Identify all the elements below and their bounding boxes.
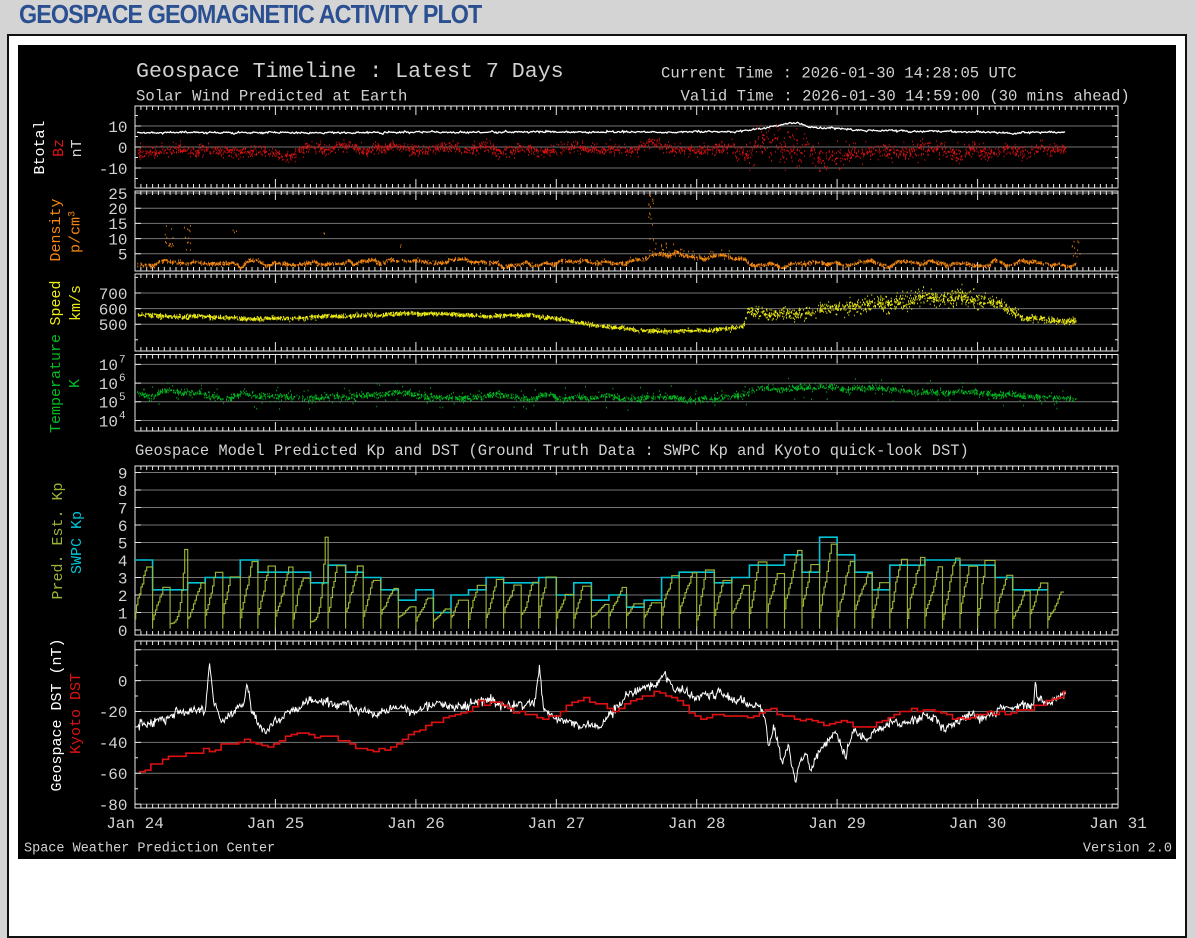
svg-text:0: 0 bbox=[118, 623, 128, 641]
svg-text:-10: -10 bbox=[99, 161, 128, 179]
svg-text:Speed: Speed bbox=[48, 280, 65, 325]
svg-text:Version 2.0: Version 2.0 bbox=[1083, 842, 1172, 857]
svg-text:Pred. Est. Kp: Pred. Est. Kp bbox=[50, 482, 67, 599]
svg-text:Space Weather Prediction Cente: Space Weather Prediction Center bbox=[24, 842, 275, 857]
svg-text:km/s: km/s bbox=[68, 285, 85, 321]
svg-text:Jan 26: Jan 26 bbox=[387, 815, 445, 833]
svg-text:Jan 29: Jan 29 bbox=[808, 815, 866, 833]
svg-text:6: 6 bbox=[119, 373, 126, 385]
svg-text:Kyoto DST: Kyoto DST bbox=[68, 673, 85, 754]
svg-text:p/cm3: p/cm3 bbox=[68, 211, 85, 253]
svg-text:Solar Wind Predicted at Earth: Solar Wind Predicted at Earth bbox=[136, 88, 407, 106]
svg-text:Jan 31: Jan 31 bbox=[1089, 815, 1147, 833]
svg-text:0: 0 bbox=[118, 673, 128, 691]
svg-text:-60: -60 bbox=[99, 766, 128, 784]
svg-text:0: 0 bbox=[118, 140, 128, 158]
svg-text:5: 5 bbox=[118, 535, 128, 553]
svg-text:SWPC Kp: SWPC Kp bbox=[69, 511, 86, 574]
svg-text:-40: -40 bbox=[99, 735, 128, 753]
svg-text:10: 10 bbox=[99, 357, 118, 375]
svg-text:9: 9 bbox=[118, 465, 128, 483]
svg-text:Geospace Model Predicted Kp an: Geospace Model Predicted Kp and DST (Gro… bbox=[135, 442, 969, 460]
svg-text:-80: -80 bbox=[99, 797, 128, 815]
svg-text:3: 3 bbox=[118, 570, 128, 588]
svg-text:7: 7 bbox=[118, 500, 128, 518]
svg-text:Jan 27: Jan 27 bbox=[527, 815, 585, 833]
svg-text:2: 2 bbox=[118, 588, 128, 606]
svg-text:Btotal: Btotal bbox=[32, 120, 49, 174]
svg-text:K: K bbox=[67, 379, 84, 388]
svg-text:5: 5 bbox=[119, 392, 126, 404]
svg-text:-20: -20 bbox=[99, 704, 128, 722]
svg-text:Bz: Bz bbox=[51, 139, 68, 157]
svg-text:7: 7 bbox=[119, 354, 126, 366]
svg-text:4: 4 bbox=[119, 411, 126, 423]
svg-text:Jan 25: Jan 25 bbox=[247, 815, 305, 833]
svg-text:nT: nT bbox=[69, 139, 86, 157]
svg-text:6: 6 bbox=[118, 518, 128, 536]
svg-text:Density: Density bbox=[48, 198, 65, 261]
svg-text:Jan 30: Jan 30 bbox=[949, 815, 1007, 833]
svg-text:Valid Time : 2026-01-30 14:59:: Valid Time : 2026-01-30 14:59:00 (30 min… bbox=[681, 88, 1130, 106]
svg-text:Geospace DST (nT): Geospace DST (nT) bbox=[49, 638, 66, 791]
svg-text:8: 8 bbox=[118, 483, 128, 501]
svg-text:Geospace Timeline : Latest 7 D: Geospace Timeline : Latest 7 Days bbox=[136, 60, 564, 84]
svg-text:5: 5 bbox=[118, 247, 128, 265]
svg-text:10: 10 bbox=[99, 413, 118, 431]
svg-text:10: 10 bbox=[99, 395, 118, 413]
svg-text:500: 500 bbox=[99, 317, 128, 335]
svg-text:10: 10 bbox=[99, 376, 118, 394]
svg-text:Jan 24: Jan 24 bbox=[106, 815, 164, 833]
svg-text:4: 4 bbox=[118, 553, 128, 571]
svg-text:10: 10 bbox=[108, 119, 127, 137]
svg-text:Temperature: Temperature bbox=[48, 334, 65, 433]
svg-text:Jan 28: Jan 28 bbox=[668, 815, 726, 833]
svg-text:Current Time : 2026-01-30 14:2: Current Time : 2026-01-30 14:28:05 UTC bbox=[661, 64, 1017, 82]
svg-text:1: 1 bbox=[118, 605, 128, 623]
